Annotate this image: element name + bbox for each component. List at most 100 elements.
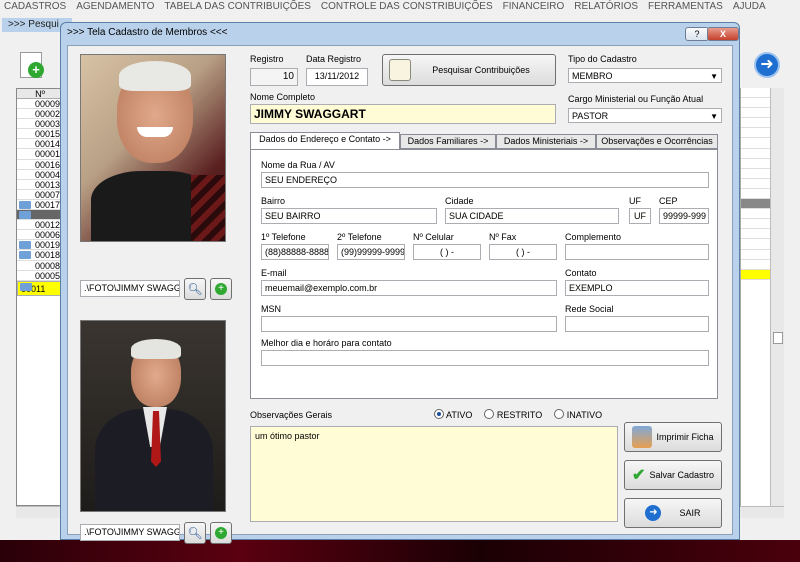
list-item[interactable]: 00011 xyxy=(17,280,63,296)
menu-relatorios[interactable]: RELATÓRIOS xyxy=(574,0,638,14)
scrollbar-thumb[interactable] xyxy=(773,332,783,344)
registro-field[interactable]: 10 xyxy=(250,68,298,86)
email-label: E-mail xyxy=(261,268,287,278)
menu-tabela-contribuicoes[interactable]: TABELA DAS CONTRIBUIÇÕES xyxy=(164,0,311,14)
melhor-dia-field[interactable] xyxy=(261,350,709,366)
uf-field[interactable]: UF xyxy=(629,208,651,224)
photo-2-zoom-button[interactable]: 🔍︎ xyxy=(184,522,206,544)
save-button[interactable]: ✔ Salvar Cadastro xyxy=(624,460,722,490)
arrow-right-icon[interactable]: ➜ xyxy=(754,52,780,78)
list-item[interactable]: 00016 xyxy=(17,160,63,170)
list-item[interactable]: 00013 xyxy=(17,180,63,190)
magnifier-icon: 🔍︎ xyxy=(187,526,203,540)
list-item[interactable]: 00006 xyxy=(17,230,63,241)
help-button[interactable]: ? xyxy=(685,27,709,41)
list-item[interactable]: 00017 xyxy=(17,200,63,211)
list-item[interactable]: 00001 xyxy=(17,149,63,160)
search-contributions-button[interactable]: Pesquisar Contribuições xyxy=(382,54,556,86)
tel2-field[interactable]: (99)99999-9999 xyxy=(337,244,405,260)
radio-ativo[interactable]: ATIVO xyxy=(434,408,472,420)
cidade-field[interactable]: SUA CIDADE xyxy=(445,208,619,224)
photo-1-add-button[interactable]: + xyxy=(210,278,232,300)
row-image-icon xyxy=(19,211,31,220)
list-header: Nº xyxy=(17,89,63,99)
exit-button[interactable]: ➜ SAIR xyxy=(624,498,722,528)
list-item[interactable]: 00003 xyxy=(17,119,63,130)
address-contact-panel: Nome da Rua / AV SEU ENDEREÇO Bairro SEU… xyxy=(250,149,718,399)
menu-financeiro[interactable]: FINANCEIRO xyxy=(503,0,565,14)
list-item[interactable]: 00008 xyxy=(17,261,63,271)
photo-2-path-field[interactable]: .\FOTO\JIMMY SWAGGA xyxy=(80,524,180,541)
list-item[interactable]: 00007 xyxy=(17,190,63,200)
menu-controle-contribuicoes[interactable]: CONTROLE DAS CONSTRIBUIÇÕES xyxy=(321,0,493,14)
list-item[interactable]: 00002 xyxy=(17,109,63,120)
celular-field[interactable]: ( ) - xyxy=(413,244,481,260)
nome-completo-field[interactable]: JIMMY SWAGGART xyxy=(250,104,556,124)
list-item-id: 00012 xyxy=(35,220,61,231)
list-item[interactable]: 00019 xyxy=(17,240,63,251)
radio-restrito[interactable]: RESTRITO xyxy=(484,408,542,420)
complemento-label: Complemento xyxy=(565,232,622,242)
menu-cadastros[interactable]: CADASTROS xyxy=(4,0,66,14)
list-item-id: 00018 xyxy=(35,250,61,261)
vertical-scrollbar[interactable] xyxy=(770,88,784,506)
bairro-label: Bairro xyxy=(261,196,286,206)
radio-ativo-dot xyxy=(434,409,444,419)
arrow-right-circle-icon: ➜ xyxy=(645,505,662,521)
photo-2-add-button[interactable]: + xyxy=(210,522,232,544)
radio-restrito-label: RESTRITO xyxy=(496,410,543,420)
radio-restrito-dot xyxy=(484,409,495,419)
list-item[interactable]: 00018 xyxy=(17,250,63,261)
photo-1-zoom-button[interactable]: 🔍︎ xyxy=(184,278,206,300)
tab-dados-familiares[interactable]: Dados Familiares -> xyxy=(400,134,496,149)
tab-dados-ministeriais[interactable]: Dados Ministeriais -> xyxy=(496,134,596,149)
menu-ferramentas[interactable]: FERRAMENTAS xyxy=(648,0,723,14)
photo-1-path-field[interactable]: .\FOTO\JIMMY SWAGGA xyxy=(80,280,180,297)
radio-inativo[interactable]: INATIVO xyxy=(554,408,602,420)
tab-endereco-contato[interactable]: Dados do Endereço e Contato -> xyxy=(250,132,400,149)
add-icon: + xyxy=(215,527,227,539)
list-item[interactable]: 00005 xyxy=(17,271,63,281)
registro-label: Registro xyxy=(250,54,284,64)
data-registro-label: Data Registro xyxy=(306,54,362,64)
list-item[interactable]: 00014 xyxy=(17,139,63,150)
radio-inativo-dot xyxy=(554,409,565,419)
tipo-cadastro-select[interactable]: MEMBRO ▼ xyxy=(568,68,722,83)
observacoes-textarea[interactable]: um ótimo pastor xyxy=(250,426,618,522)
background-wallpaper xyxy=(0,540,800,562)
close-button[interactable]: X xyxy=(707,27,739,41)
list-item[interactable]: 00004 xyxy=(17,170,63,180)
msn-field[interactable] xyxy=(261,316,557,332)
complemento-field[interactable] xyxy=(565,244,709,260)
fax-field[interactable]: ( ) - xyxy=(489,244,557,260)
list-item-id: 00008 xyxy=(35,260,61,271)
cargo-label: Cargo Ministerial ou Função Atual xyxy=(568,94,704,104)
tipo-cadastro-label: Tipo do Cadastro xyxy=(568,54,637,64)
cargo-select[interactable]: PASTOR ▼ xyxy=(568,108,722,123)
list-item-id: 00014 xyxy=(35,139,61,150)
tab-observacoes-ocorrencias[interactable]: Observações e Ocorrências xyxy=(596,134,718,149)
menu-agendamento[interactable]: AGENDAMENTO xyxy=(76,0,154,14)
print-button[interactable]: Imprimir Ficha xyxy=(624,422,722,452)
melhor-dia-label: Melhor dia e horáro para contato xyxy=(261,338,392,348)
list-item[interactable]: 00012 xyxy=(17,220,63,231)
rua-field[interactable]: SEU ENDEREÇO xyxy=(261,172,709,188)
rede-social-field[interactable] xyxy=(565,316,709,332)
list-item[interactable]: 00015 xyxy=(17,129,63,140)
search-contributions-label: Pesquisar Contribuições xyxy=(432,65,530,75)
list-item[interactable]: 00009 xyxy=(17,99,63,110)
list-item-id: 00007 xyxy=(35,189,61,200)
contato-field[interactable]: EXEMPLO xyxy=(565,280,709,296)
menu-ajuda[interactable]: AJUDA xyxy=(733,0,766,14)
dialog-title: >>> Tela Cadastro de Membros <<< xyxy=(67,27,228,38)
email-field[interactable]: meuemail@exemplo.com.br xyxy=(261,280,557,296)
cep-field[interactable]: 99999-999 xyxy=(659,208,709,224)
bairro-field[interactable]: SEU BAIRRO xyxy=(261,208,437,224)
fax-label: Nº Fax xyxy=(489,232,517,242)
row-image-icon xyxy=(19,241,31,250)
background-member-list[interactable]: Nº 00009 00002 00003 00015 00014 00001 00016 00… xyxy=(16,88,64,506)
list-item[interactable]: 00010 xyxy=(17,210,63,221)
tel1-field[interactable]: (88)88888-8888 xyxy=(261,244,329,260)
tel2-label: 2º Telefone xyxy=(337,232,382,242)
data-registro-field[interactable]: 13/11/2012 xyxy=(306,68,368,86)
